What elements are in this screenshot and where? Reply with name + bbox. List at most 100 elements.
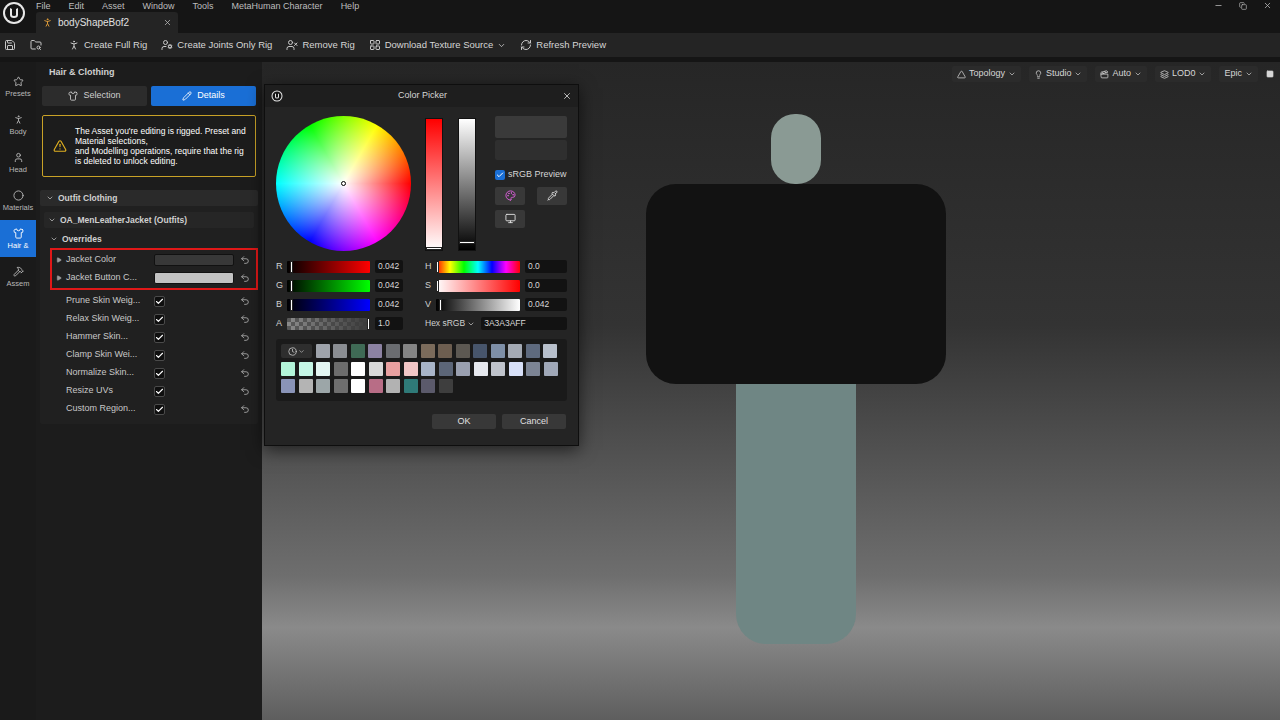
palette-swatch[interactable] <box>526 344 540 358</box>
palette-swatch[interactable] <box>351 344 365 358</box>
reset-icon[interactable] <box>240 350 250 360</box>
theme-button[interactable] <box>495 210 525 228</box>
section-header[interactable]: Outfit Clothing <box>40 190 258 206</box>
slider-track[interactable] <box>287 280 370 292</box>
palette-swatch[interactable] <box>299 379 313 393</box>
hex-field[interactable]: 3A3A3AFF <box>481 317 567 330</box>
eyedropper-button[interactable] <box>537 187 567 205</box>
palette-swatch[interactable] <box>404 362 418 376</box>
palette-swatch[interactable] <box>334 379 348 393</box>
palette-swatch[interactable] <box>333 344 347 358</box>
checkbox[interactable] <box>154 296 165 307</box>
asset-header[interactable]: OA_MenLeatherJacket (Outfits) <box>44 212 254 228</box>
expand-icon[interactable] <box>56 257 62 263</box>
slider-value-field[interactable]: 0.042 <box>375 260 403 273</box>
palette-swatch[interactable] <box>386 362 400 376</box>
palette-swatch[interactable] <box>299 362 313 376</box>
slider-track[interactable] <box>287 318 370 330</box>
recent-colors-button[interactable] <box>281 344 312 358</box>
reset-icon[interactable] <box>240 368 250 378</box>
minimize-icon[interactable] <box>1214 1 1223 10</box>
dialog-button[interactable]: Cancel <box>502 414 566 429</box>
palette-swatch[interactable] <box>316 362 330 376</box>
close-tab-icon[interactable] <box>163 18 172 27</box>
sidebar-item[interactable]: Presets <box>0 68 36 105</box>
menu-item[interactable]: File <box>36 1 51 11</box>
wheel-marker[interactable] <box>341 181 346 186</box>
palette-swatch[interactable] <box>316 344 330 358</box>
palette-swatch[interactable] <box>368 344 382 358</box>
slider-marker[interactable] <box>290 261 293 273</box>
palette-swatch[interactable] <box>438 344 452 358</box>
saturation-marker[interactable] <box>426 247 442 250</box>
restore-icon[interactable] <box>1239 2 1247 10</box>
palette-swatch[interactable] <box>403 344 417 358</box>
palette-swatch[interactable] <box>543 344 557 358</box>
palette-swatch[interactable] <box>351 362 365 376</box>
slider-track[interactable] <box>287 261 370 273</box>
viewport-options-icon[interactable] <box>1266 70 1274 78</box>
viewport-button[interactable]: LOD0 <box>1155 66 1212 82</box>
browse-icon[interactable] <box>30 39 42 51</box>
slider-value-field[interactable]: 0.042 <box>525 298 567 311</box>
checkbox[interactable] <box>154 350 165 361</box>
checkbox[interactable] <box>154 386 165 397</box>
reset-icon[interactable] <box>240 386 250 396</box>
hex-mode-dropdown[interactable]: Hex sRGB <box>425 317 475 330</box>
palette-swatch[interactable] <box>421 362 435 376</box>
checkbox[interactable] <box>154 404 165 415</box>
menu-item[interactable]: Help <box>341 1 360 11</box>
dialog-button[interactable]: OK <box>432 414 496 429</box>
palette-swatch[interactable] <box>386 344 400 358</box>
toolbar-button[interactable]: Create Joints Only Rig <box>161 38 272 52</box>
menu-item[interactable]: Edit <box>69 1 85 11</box>
viewport-button[interactable]: Studio <box>1029 66 1088 82</box>
palette-swatch[interactable] <box>473 344 487 358</box>
palette-swatch[interactable] <box>508 344 522 358</box>
palette-swatch[interactable] <box>316 379 330 393</box>
slider-value-field[interactable]: 1.0 <box>375 317 403 330</box>
slider-value-field[interactable]: 0.042 <box>375 279 403 292</box>
slider-marker[interactable] <box>439 299 442 311</box>
reset-icon[interactable] <box>240 404 250 414</box>
sidebar-item[interactable]: Body <box>0 106 36 143</box>
sidebar-item[interactable]: Assem <box>0 258 36 295</box>
palette-swatch[interactable] <box>369 379 383 393</box>
slider-marker[interactable] <box>436 261 439 273</box>
value-bar[interactable] <box>458 118 476 251</box>
toolbar-button[interactable]: Refresh Preview <box>520 38 606 52</box>
palette-swatch[interactable] <box>439 379 453 393</box>
group-header[interactable]: Overrides <box>50 232 258 246</box>
viewport-button[interactable]: Topology <box>952 66 1021 82</box>
slider-track[interactable] <box>436 261 520 273</box>
close-dialog-icon[interactable] <box>562 91 572 101</box>
palette-swatch[interactable] <box>421 379 435 393</box>
expand-icon[interactable] <box>56 275 62 281</box>
palette-swatch[interactable] <box>334 362 348 376</box>
menu-item[interactable]: Asset <box>102 1 125 11</box>
reset-icon[interactable] <box>240 314 250 324</box>
color-swatch[interactable] <box>154 254 234 266</box>
reset-icon[interactable] <box>240 296 250 306</box>
reset-icon[interactable] <box>240 332 250 342</box>
palette-swatch[interactable] <box>509 362 523 376</box>
palette-swatch[interactable] <box>491 362 505 376</box>
palette-swatch[interactable] <box>351 379 365 393</box>
checkbox[interactable] <box>154 314 165 325</box>
palette-swatch[interactable] <box>439 362 453 376</box>
value-marker[interactable] <box>459 241 475 244</box>
palette-swatch[interactable] <box>421 344 435 358</box>
checkbox[interactable] <box>154 332 165 343</box>
slider-marker[interactable] <box>290 299 293 311</box>
sidebar-item[interactable]: Materials <box>0 182 36 219</box>
panel-tab[interactable]: Selection <box>42 86 147 106</box>
palette-swatch[interactable] <box>281 362 295 376</box>
reset-icon[interactable] <box>240 273 250 283</box>
menu-item[interactable]: MetaHuman Character <box>232 1 323 11</box>
menu-item[interactable]: Window <box>143 1 175 11</box>
menu-item[interactable]: Tools <box>193 1 214 11</box>
slider-track[interactable] <box>436 280 520 292</box>
slider-value-field[interactable]: 0.042 <box>375 298 403 311</box>
slider-marker[interactable] <box>367 318 370 330</box>
save-icon[interactable] <box>4 39 16 51</box>
